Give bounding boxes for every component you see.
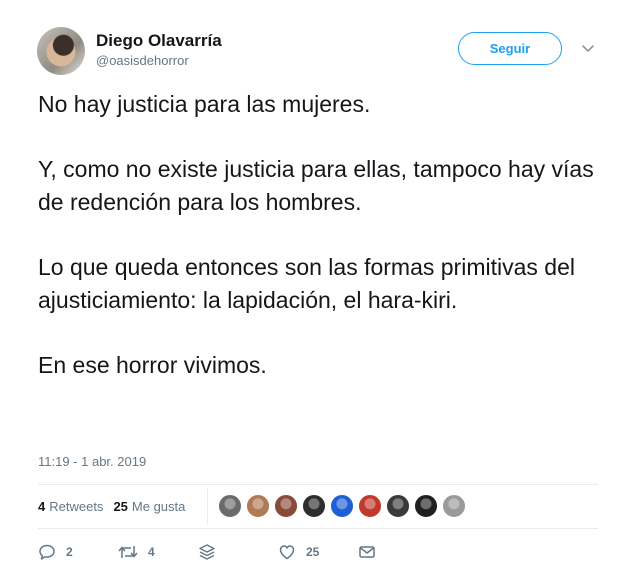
tweet-paragraph: En ese horror vivimos. (38, 352, 267, 378)
liker-avatars (218, 494, 470, 518)
heart-icon (279, 545, 295, 560)
reply-count: 2 (66, 545, 73, 559)
tweet-text: No hay justicia para las mujeres. Y, com… (38, 88, 598, 414)
liker-avatar[interactable] (302, 494, 326, 518)
likes-count: 25 (113, 498, 128, 514)
retweet-count: 4 (148, 545, 155, 559)
liker-avatar[interactable] (442, 494, 466, 518)
liker-avatar[interactable] (358, 494, 382, 518)
chevron-down-icon[interactable] (581, 41, 595, 55)
liker-avatar[interactable] (414, 494, 438, 518)
user-handle[interactable]: @oasisdehorror (96, 53, 189, 68)
liker-avatar[interactable] (246, 494, 270, 518)
liker-avatar[interactable] (274, 494, 298, 518)
reply-button[interactable]: 2 (38, 542, 73, 562)
liker-avatar[interactable] (386, 494, 410, 518)
divider (38, 528, 598, 529)
tweet-paragraph: Y, como no existe justicia para ellas, t… (38, 156, 594, 215)
tweet-stats: 4 Retweets 25 Me gusta (38, 496, 195, 516)
retweet-button[interactable]: 4 (118, 542, 155, 562)
retweet-icon (118, 546, 138, 558)
user-name[interactable]: Diego Olavarría (96, 31, 222, 51)
retweets-stat[interactable]: 4 Retweets (38, 499, 103, 514)
stack-icon (199, 544, 215, 560)
tweet-paragraph: No hay justicia para las mujeres. (38, 91, 371, 117)
envelope-icon (359, 546, 375, 558)
like-button[interactable]: 25 (278, 542, 319, 562)
tweet-paragraph: Lo que queda entonces son las formas pri… (38, 254, 575, 313)
avatar[interactable] (37, 27, 85, 75)
likes-label: Me gusta (131, 498, 186, 514)
reply-icon (39, 544, 55, 560)
tweet-timestamp[interactable]: 11:19 - 1 abr. 2019 (38, 454, 146, 469)
divider (38, 484, 598, 485)
stack-button[interactable] (198, 542, 216, 562)
message-button[interactable] (358, 542, 376, 562)
likes-stat[interactable]: 25 Me gusta (113, 499, 185, 514)
like-count: 25 (306, 545, 320, 559)
follow-button[interactable]: Seguir (458, 32, 562, 65)
liker-avatar[interactable] (218, 494, 242, 518)
stats-separator (207, 488, 208, 524)
liker-avatar[interactable] (330, 494, 354, 518)
retweets-count: 4 (38, 498, 46, 514)
retweets-label: Retweets (49, 498, 104, 514)
